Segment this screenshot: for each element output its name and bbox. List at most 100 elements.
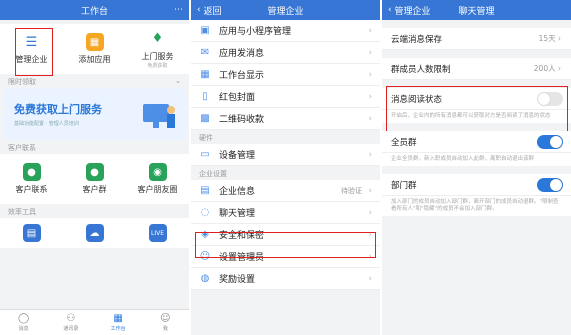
row-dept-group: 部门群 bbox=[382, 174, 571, 196]
red-packet-icon: ▯ bbox=[202, 91, 208, 102]
row-qr-payment[interactable]: ▩ 二维码收款 › bbox=[191, 108, 380, 130]
contacts-icon: ⚇ bbox=[66, 313, 76, 324]
row-label: 聊天管理 bbox=[219, 209, 256, 219]
display-icon: ▦ bbox=[200, 69, 210, 80]
chat-icon: ◯ bbox=[18, 313, 30, 324]
section-title: 限时领取 bbox=[8, 78, 36, 86]
onsite-service-button[interactable]: ♦ 上门服务 免费获取 bbox=[126, 24, 189, 74]
grid-label: 添加应用 bbox=[78, 55, 111, 64]
row-apps[interactable]: ▣ 应用与小程序管理 › bbox=[191, 20, 380, 42]
customer-moments-button[interactable]: ◉ 客户朋友圈 bbox=[126, 154, 189, 204]
row-label: 企业信息 bbox=[219, 187, 256, 197]
chat-bubble-icon: ◌ bbox=[200, 207, 210, 218]
group-icon: ● bbox=[85, 163, 104, 181]
customer-icon: ● bbox=[22, 163, 41, 181]
banner-title: 免费获取上门服务 bbox=[14, 103, 102, 116]
more-icon[interactable]: ⋯ bbox=[174, 5, 183, 15]
cloud-value: 15天 bbox=[538, 34, 556, 43]
chevron-down-icon[interactable]: ⌄ bbox=[175, 77, 181, 85]
cloud-icon: ☁ bbox=[85, 224, 104, 242]
live-label: LIVE bbox=[150, 229, 164, 237]
tab-label: 消息 bbox=[18, 326, 29, 332]
page-title: 管理企业 bbox=[267, 6, 304, 17]
chevron-right-icon: › bbox=[368, 273, 372, 284]
row-red-packet[interactable]: ▯ 红包封面 › bbox=[191, 86, 380, 108]
row-label: 设备管理 bbox=[219, 151, 256, 161]
manage-enterprise-screen: ‹ 返回 管理企业 ▣ 应用与小程序管理 › ✉ 应用发消息 › ▦ 工作台显示 › ▯ 红包… bbox=[191, 0, 380, 335]
row-value: 200人 › bbox=[533, 64, 561, 73]
section-header: 客户联系 bbox=[0, 140, 189, 154]
workbench-screen: 工作台 ⋯ ☰ 管理企业 ▦ 添加应用 ♦ 上门服务 免费获取 限时领取 ⌄ 免… bbox=[0, 0, 189, 335]
row-all-staff-group: 全员群 bbox=[382, 131, 571, 153]
chevron-right-icon: › bbox=[368, 91, 372, 102]
section-title: 客户联系 bbox=[8, 144, 36, 152]
row-workbench-display[interactable]: ▦ 工作台显示 › bbox=[191, 64, 380, 86]
tab-me[interactable]: ☺ 我 bbox=[142, 310, 189, 335]
info-icon: ▤ bbox=[200, 185, 210, 196]
tab-messages[interactable]: ◯ 消息 bbox=[0, 310, 47, 335]
row-label: 红包封面 bbox=[219, 93, 256, 103]
all-staff-toggle[interactable] bbox=[537, 134, 563, 149]
row-label: 应用发消息 bbox=[219, 49, 265, 59]
chevron-right-icon: › bbox=[368, 69, 372, 80]
page-title: 聊天管理 bbox=[458, 6, 495, 17]
highlight-box bbox=[15, 28, 53, 76]
section-header: 限时领取 ⌄ bbox=[0, 74, 189, 88]
grid-label: 客户朋友圈 bbox=[137, 185, 178, 194]
row-device[interactable]: ▭ 设备管理 › bbox=[191, 144, 380, 166]
grid-plus-icon: ▦ bbox=[85, 33, 104, 51]
chevron-right-icon: › bbox=[368, 25, 372, 36]
row-member-limit[interactable]: 群成员人数限制 200人 › bbox=[382, 58, 571, 80]
row-app-message[interactable]: ✉ 应用发消息 › bbox=[191, 42, 380, 64]
device-icon: ▭ bbox=[200, 149, 210, 160]
message-icon: ✉ bbox=[200, 47, 210, 58]
section-title: 硬件 bbox=[199, 134, 213, 142]
grid-label: 上门服务 bbox=[141, 51, 174, 61]
back-button[interactable]: ‹ 返回 bbox=[197, 0, 221, 20]
highlight-box bbox=[386, 86, 568, 133]
back-label: 返回 bbox=[203, 6, 222, 17]
promo-banner[interactable]: 免费获取上门服务 基础功能配置 · 管理人员培训 bbox=[4, 88, 185, 140]
workbench-topbar: 工作台 ⋯ bbox=[0, 0, 189, 20]
toggle-knob bbox=[550, 178, 562, 191]
row-label: 奖励设置 bbox=[219, 275, 256, 285]
toggle-knob bbox=[550, 135, 562, 148]
row-chat-management[interactable]: ◌ 聊天管理 › bbox=[191, 202, 380, 224]
section-header: 效率工具 bbox=[0, 204, 189, 218]
grid-label: 客户群 bbox=[82, 185, 107, 194]
row-cloud-storage[interactable]: 云端消息保存 15天 › bbox=[382, 28, 571, 50]
chat-management-screen: ‹ 管理企业 聊天管理 云端消息保存 15天 › 群成员人数限制 200人 › … bbox=[382, 0, 571, 335]
chevron-right-icon: › bbox=[368, 47, 372, 58]
tab-label: 工作台 bbox=[110, 326, 126, 332]
chevron-right-icon: › bbox=[368, 185, 372, 196]
dept-group-toggle[interactable] bbox=[537, 177, 563, 192]
contact-grid: ● 客户联系 ● 客户群 ◉ 客户朋友圈 bbox=[0, 154, 189, 204]
limit-value: 200人 bbox=[533, 64, 556, 73]
tool-item[interactable]: ☁ bbox=[63, 218, 126, 248]
workbench-icon: ▦ bbox=[113, 313, 123, 324]
tab-label: 通讯录 bbox=[63, 326, 79, 332]
page-title: 工作台 bbox=[80, 6, 108, 17]
grid-sublabel: 免费获取 bbox=[147, 62, 168, 69]
add-app-button[interactable]: ▦ 添加应用 bbox=[63, 24, 126, 74]
chat-topbar: ‹ 管理企业 聊天管理 bbox=[382, 0, 571, 20]
tool-item[interactable]: ▤ bbox=[0, 218, 63, 248]
dept-group-description: 加入部门的成员自动加入部门群，离开部门的成员自动退群。"限制查看所有人"和"隐藏… bbox=[382, 196, 571, 216]
banner-subtitle: 基础功能配置 · 管理人员培训 bbox=[14, 121, 79, 127]
tab-label: 我 bbox=[162, 326, 168, 332]
tab-contacts[interactable]: ⚇ 通讯录 bbox=[47, 310, 94, 335]
back-label: 管理企业 bbox=[394, 6, 431, 17]
section-title: 企业设置 bbox=[199, 170, 227, 178]
back-button[interactable]: ‹ 管理企业 bbox=[388, 0, 430, 20]
live-icon: LIVE bbox=[148, 224, 167, 242]
tool-item[interactable]: LIVE bbox=[126, 218, 189, 248]
chevron-right-icon: › bbox=[368, 207, 372, 218]
manage-topbar: ‹ 返回 管理企业 bbox=[191, 0, 380, 20]
row-rewards[interactable]: ◍ 奖励设置 › bbox=[191, 268, 380, 290]
section-title: 效率工具 bbox=[8, 208, 36, 216]
tab-workbench[interactable]: ▦ 工作台 bbox=[95, 310, 142, 335]
customer-contact-button[interactable]: ● 客户联系 bbox=[0, 154, 63, 204]
row-enterprise-info[interactable]: ▤ 企业信息 待验证 › bbox=[191, 180, 380, 202]
reward-icon: ◍ bbox=[200, 273, 210, 284]
customer-group-button[interactable]: ● 客户群 bbox=[63, 154, 126, 204]
